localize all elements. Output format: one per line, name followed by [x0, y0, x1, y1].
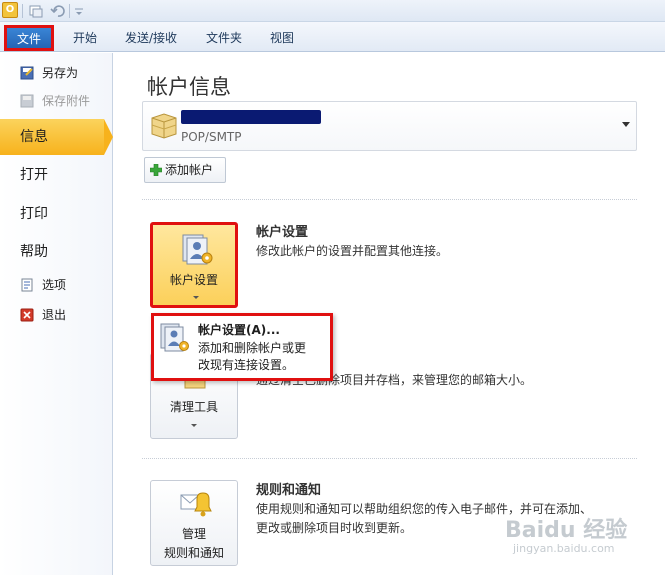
outlook-logo-icon[interactable]: O: [2, 2, 18, 18]
chevron-down-icon: [191, 424, 197, 427]
account-settings-icon: [160, 323, 189, 352]
cleanup-tools-button-label: 清理工具: [169, 400, 218, 414]
manage-rules-button[interactable]: 管理 规则和通知: [150, 480, 238, 566]
send-receive-icon[interactable]: [28, 3, 44, 19]
chevron-down-icon[interactable]: [622, 122, 630, 127]
page-title: 帐户信息: [147, 75, 231, 99]
plus-icon: [150, 164, 162, 176]
ribbon-tabs: 文件 开始 发送/接收 文件夹 视图: [0, 22, 665, 52]
add-account-label: 添加帐户: [165, 163, 214, 177]
save-as-icon: [20, 66, 34, 80]
tab-send-receive[interactable]: 发送/接收: [125, 28, 177, 48]
account-database-icon: [151, 113, 177, 139]
account-settings-menu: 帐户设置(A)... 添加和删除帐户或更 改现有连接设置。: [151, 313, 333, 381]
customize-toolbar-icon[interactable]: [72, 3, 88, 19]
account-settings-title: 帐户设置: [256, 225, 309, 240]
account-settings-menu-title: 帐户设置(A)...: [198, 323, 280, 337]
exit-icon: [20, 308, 34, 322]
chevron-down-icon: [193, 296, 199, 299]
baidu-watermark: Baidu 经验 jingyan.baidu.com: [505, 512, 635, 562]
account-settings-icon: [182, 234, 213, 265]
rules-title: 规则和通知: [256, 483, 322, 498]
section-divider: [142, 199, 637, 200]
options-icon: [21, 278, 33, 292]
watermark-brand: Baidu 经验: [505, 518, 628, 543]
menu-desc-line2: 改现有连接设置。: [198, 358, 295, 372]
rules-alerts-icon: [180, 492, 212, 517]
rules-description-line2: 更改或删除项目时收到更新。: [256, 521, 413, 535]
main-content: 帐户信息 POP/SMTP 添加帐户 帐户设置 帐户设置 修改此帐户的设置并配置…: [114, 53, 665, 575]
save-attachments-icon: [20, 94, 34, 108]
watermark-site: jingyan.baidu.com: [513, 542, 615, 555]
tab-view[interactable]: 视图: [270, 28, 294, 48]
section-divider: [142, 458, 637, 459]
tab-home[interactable]: 开始: [73, 28, 97, 48]
tab-folder[interactable]: 文件夹: [206, 28, 242, 48]
manage-rules-label-line2: 规则和通知: [163, 546, 224, 560]
nav-help[interactable]: 帮助: [0, 234, 113, 270]
tab-file[interactable]: 文件: [4, 25, 54, 51]
account-settings-menu-description: 添加和删除帐户或更 改现有连接设置。: [198, 340, 328, 374]
backstage-nav: 另存为 保存附件 信息 打开 打印 帮助 选项 退出: [0, 53, 113, 575]
menu-desc-line1: 添加和删除帐户或更: [198, 341, 307, 355]
account-selector[interactable]: POP/SMTP: [142, 101, 637, 151]
account-settings-description: 修改此帐户的设置并配置其他连接。: [256, 244, 449, 258]
manage-rules-label-line1: 管理: [181, 527, 206, 541]
quick-access-toolbar: O: [0, 0, 665, 22]
account-settings-button-label: 帐户设置: [169, 273, 218, 287]
undo-icon[interactable]: [50, 3, 66, 19]
nav-info[interactable]: 信息: [0, 119, 113, 155]
account-type: POP/SMTP: [181, 130, 242, 144]
nav-print[interactable]: 打印: [0, 196, 113, 232]
toolbar-separator: [22, 4, 23, 18]
account-name-redacted: [181, 110, 321, 124]
toolbar-separator: [69, 4, 70, 18]
nav-open[interactable]: 打开: [0, 157, 113, 193]
account-settings-button[interactable]: 帐户设置: [150, 222, 238, 308]
add-account-button[interactable]: 添加帐户: [144, 157, 226, 183]
